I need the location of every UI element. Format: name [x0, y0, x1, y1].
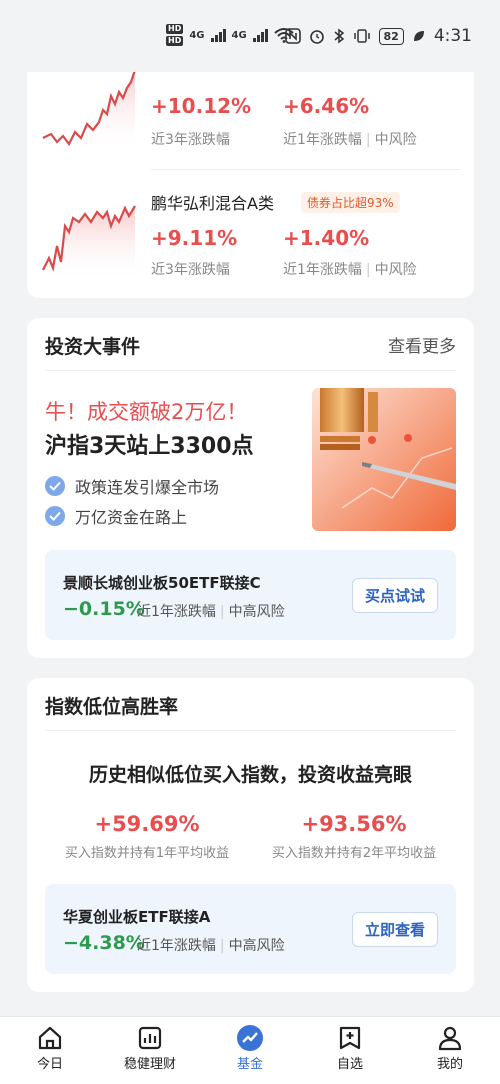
recommended-fund[interactable]: 华夏创业板ETF联接A −4.38% 近1年涨跌幅 | 中高风险 立即查看	[45, 884, 456, 974]
stat-value: +93.56%	[301, 812, 407, 836]
nav-tab-fund[interactable]: 基金	[200, 1017, 300, 1084]
rec-fund-meta: 近1年涨跌幅 | 中高风险	[137, 938, 285, 954]
clock: 4:31	[433, 26, 472, 46]
investment-events-card: 投资大事件 查看更多 牛！成交额破2万亿！ 沪指3天站上3300点 政策连发引爆…	[27, 318, 474, 658]
check-icon	[45, 476, 65, 496]
signal-icon	[252, 28, 268, 42]
index-card: 指数低位高胜率 历史相似低位买入指数，投资收益亮眼 +59.69% 买入指数并持…	[27, 678, 474, 992]
fund-sparkline	[42, 205, 136, 282]
battery-level: 82	[378, 27, 404, 45]
fund-return-1y-meta: 近1年涨跌幅 | 中风险	[283, 132, 417, 148]
rec-fund-risk: 中高风险	[228, 938, 285, 954]
fund-trend-icon	[236, 1023, 264, 1053]
nav-tab-watchlist[interactable]: 自选	[300, 1017, 400, 1084]
network-type: 4G	[231, 29, 247, 41]
stat-label: 买入指数并持有1年平均收益	[64, 846, 230, 861]
news-headline-highlight[interactable]: 牛！成交额破2万亿！	[45, 396, 247, 426]
fund-return-1y: +6.46%	[283, 94, 370, 118]
nav-label: 我的	[436, 1057, 463, 1072]
news-bullet: 万亿资金在路上	[45, 504, 187, 528]
bluetooth-icon	[334, 28, 344, 44]
nav-tab-mine[interactable]: 我的	[400, 1017, 500, 1084]
hd-badges: HD HD	[166, 24, 184, 46]
fund-return-1y: +1.40%	[283, 226, 370, 250]
network-indicators: HD HD 4G 4G	[166, 24, 294, 46]
fund-return-3y: +10.12%	[151, 94, 252, 118]
add-favorite-icon	[337, 1023, 363, 1053]
index-headline: 历史相似低位买入指数，投资收益亮眼	[88, 764, 412, 786]
hd-badge: HD	[166, 36, 184, 46]
fund-return-3y-label: 近3年涨跌幅	[151, 132, 230, 148]
fund-return-1y-meta: 近1年涨跌幅 | 中风险	[283, 262, 417, 278]
section-title: 投资大事件	[45, 336, 141, 358]
rec-fund-return: −4.38%	[63, 932, 145, 954]
vibrate-icon	[353, 29, 370, 43]
fund-name: 鹏华弘利混合A类	[151, 194, 274, 213]
rec-fund-meta: 近1年涨跌幅 | 中高风险	[137, 604, 285, 620]
try-buy-button[interactable]: 买点试试	[351, 578, 438, 613]
alarm-icon	[309, 30, 324, 44]
divider	[45, 370, 456, 371]
hd-badge: HD	[166, 24, 184, 34]
chart-box-icon	[137, 1023, 163, 1053]
system-indicators: 82 4:31	[284, 26, 472, 46]
leaf-icon	[413, 31, 424, 41]
rec-fund-return: −0.15%	[63, 598, 145, 620]
fund-return-3y-label: 近3年涨跌幅	[151, 262, 230, 278]
check-icon	[45, 506, 65, 526]
fund-tag: 债券占比超93%	[301, 192, 400, 213]
bullet-text: 政策连发引爆全市场	[75, 478, 220, 497]
divider	[45, 730, 456, 731]
index-stat-2y: +93.56% 买入指数并持有2年平均收益	[244, 812, 464, 861]
view-now-button[interactable]: 立即查看	[351, 912, 438, 947]
stat-value: +59.69%	[94, 812, 200, 836]
network-type: 4G	[189, 29, 205, 41]
status-bar: HD HD 4G 4G 82 4:31	[0, 0, 500, 72]
fund-list-card: +10.12% 近3年涨跌幅 +6.46% 近1年涨跌幅 | 中风险 鹏华弘利混合A…	[27, 40, 474, 298]
fund-risk-level: 中风险	[374, 262, 417, 278]
view-more-link[interactable]: 查看更多	[388, 332, 456, 357]
fund-item[interactable]: 鹏华弘利混合A类 债券占比超93% +9.11% 近3年涨跌幅 +1.40% 近…	[27, 170, 474, 290]
nav-tab-today[interactable]: 今日	[0, 1017, 100, 1084]
news-image[interactable]	[312, 388, 456, 531]
bullet-text: 万亿资金在路上	[75, 508, 188, 527]
recommended-fund[interactable]: 景顺长城创业板50ETF联接C −0.15% 近1年涨跌幅 | 中高风险 买点试试	[45, 550, 456, 640]
nav-tab-wealth[interactable]: 稳健理财	[100, 1017, 200, 1084]
fund-return-3y: +9.11%	[151, 226, 238, 250]
person-icon	[437, 1023, 463, 1053]
nav-label: 自选	[336, 1057, 363, 1072]
nav-label: 今日	[36, 1057, 63, 1072]
bottom-nav: 今日 稳健理财 基金 自选 我的	[0, 1016, 500, 1084]
stat-label: 买入指数并持有2年平均收益	[271, 846, 437, 861]
rec-fund-name: 景顺长城创业板50ETF联接C	[63, 574, 261, 592]
nfc-icon	[284, 28, 301, 44]
fund-risk-level: 中风险	[374, 132, 417, 148]
signal-icon	[210, 28, 226, 42]
index-stat-1y: +59.69% 买入指数并持有1年平均收益	[37, 812, 257, 861]
news-bullet: 政策连发引爆全市场	[45, 474, 219, 498]
nav-label: 基金	[236, 1057, 263, 1072]
nav-label: 稳健理财	[123, 1057, 176, 1072]
news-headline[interactable]: 沪指3天站上3300点	[45, 428, 254, 460]
rec-fund-name: 华夏创业板ETF联接A	[63, 908, 211, 926]
home-icon	[37, 1023, 63, 1053]
section-title: 指数低位高胜率	[45, 696, 179, 718]
rec-fund-risk: 中高风险	[228, 604, 285, 620]
